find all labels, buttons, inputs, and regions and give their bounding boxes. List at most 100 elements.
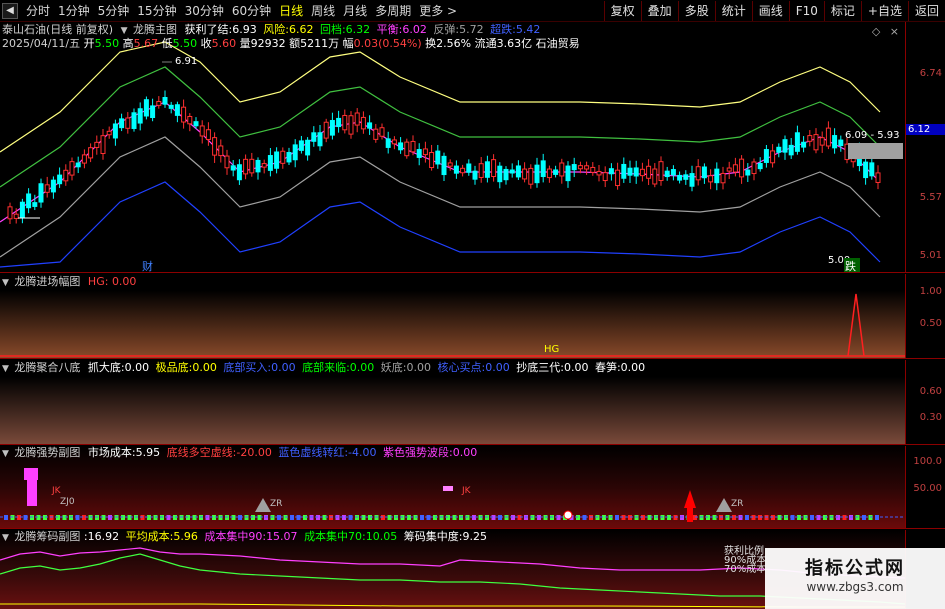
candle-body <box>460 167 466 174</box>
strength-title[interactable]: 龙腾强势副图 <box>14 446 80 459</box>
amount-label: 额 <box>289 37 301 50</box>
candle-body <box>13 213 19 219</box>
core-buy-label: 核心买点: <box>437 361 486 374</box>
indicator-name[interactable]: 龙腾主图 <box>133 23 177 36</box>
candle-body <box>590 166 596 173</box>
float-value: 3.63亿 <box>496 37 533 50</box>
candle-body <box>336 117 342 128</box>
dropdown-icon[interactable]: ▼ <box>121 26 128 36</box>
period-daily[interactable]: 日线 <box>275 3 307 19</box>
cost70-label: 成本集中70: <box>304 530 366 543</box>
candle-body <box>522 168 528 180</box>
candle-body <box>627 167 633 176</box>
overlay-button[interactable]: 叠加 <box>640 1 678 21</box>
f10-button[interactable]: F10 <box>788 1 824 21</box>
candle-body <box>236 164 242 181</box>
multi-stock-button[interactable]: 多股 <box>677 1 715 21</box>
take-profit-label: 获利了结: <box>184 23 233 36</box>
candle-body <box>708 175 714 183</box>
rebound-value: 5.72 <box>459 23 484 36</box>
candle-body <box>441 155 447 176</box>
dropdown-icon[interactable]: ▼ <box>2 449 9 459</box>
strength-panel[interactable]: ▼ 龙腾强势副图 市场成本:5.95 底线多空虚线:-20.00 蓝色虚线转红:… <box>0 446 905 528</box>
market-cost-value: 5.95 <box>135 446 161 459</box>
add-watchlist-button[interactable]: +自选 <box>860 1 908 21</box>
period-5min[interactable]: 5分钟 <box>94 3 134 19</box>
pullback-value: 6.32 <box>345 23 371 36</box>
candle-body <box>100 135 106 155</box>
watermark-url: www.zbgs3.com <box>806 580 904 594</box>
sector-label: 石油贸易 <box>535 37 580 50</box>
mark-button[interactable]: 标记 <box>823 1 861 21</box>
entry-amplitude-panel[interactable]: ▼ 龙腾进场幅图 HG: 0.00 HG <box>0 274 905 358</box>
candle-body <box>658 161 664 182</box>
chevron-right-icon: > <box>447 4 458 18</box>
candle-body <box>602 172 608 182</box>
low-label: 低 <box>161 37 173 50</box>
period-monthly[interactable]: 月线 <box>339 3 371 19</box>
period-weekly[interactable]: 周线 <box>307 3 339 19</box>
current-price-tag: 6.12 <box>906 124 945 135</box>
eight-bottoms-title[interactable]: 龙腾聚合八底 <box>14 361 80 374</box>
period-intraday[interactable]: 分时 <box>22 3 54 19</box>
candle-body <box>751 161 757 175</box>
bottom-dashed-value: -20.00 <box>236 446 272 459</box>
period-multi[interactable]: 多周期 <box>371 3 415 19</box>
chips-title[interactable]: 龙腾筹码副图 <box>14 530 80 543</box>
main-chart-panel[interactable]: 泰山石油(日线 前复权) ▼ 龙腾主图 获利了结:6.93 风险:6.62 回档… <box>0 22 905 272</box>
chip-concentration-value: 9.25 <box>462 530 487 543</box>
candle-body <box>416 149 422 158</box>
stats-button[interactable]: 统计 <box>714 1 752 21</box>
candle-body <box>646 165 652 179</box>
adjust-button[interactable]: 复权 <box>603 1 641 21</box>
open-value: 5.50 <box>94 37 120 50</box>
candle-body <box>323 121 329 139</box>
return-button[interactable]: 返回 <box>907 1 945 21</box>
candle-body <box>255 159 261 173</box>
candle-body <box>726 167 732 172</box>
candle-body <box>298 140 304 151</box>
candle-body <box>63 169 69 182</box>
period-60min[interactable]: 60分钟 <box>228 3 275 19</box>
zj0-marker: ZJ0 <box>60 497 75 507</box>
candle-body <box>484 161 490 178</box>
candle-body <box>832 135 838 149</box>
float-label: 流通 <box>474 37 497 50</box>
cost90-value: 15.07 <box>266 530 298 543</box>
band-line <box>0 41 881 153</box>
candle-body <box>491 159 497 177</box>
back-arrow-icon[interactable]: ◀ <box>2 3 18 19</box>
candle-body <box>38 183 44 203</box>
period-15min[interactable]: 15分钟 <box>133 3 180 19</box>
dropdown-icon[interactable]: ▼ <box>2 364 9 374</box>
volume-label: 量 <box>239 37 251 50</box>
candle-body <box>664 170 670 178</box>
purple-band-value: 0.00 <box>452 446 478 459</box>
dropdown-icon[interactable]: ▼ <box>2 533 9 543</box>
axis-label-3: 5.57 <box>919 192 942 203</box>
draw-button[interactable]: 画线 <box>751 1 789 21</box>
period-1min[interactable]: 1分钟 <box>54 3 94 19</box>
period-more[interactable]: 更多 > <box>415 3 461 19</box>
candle-body <box>714 168 720 184</box>
candle-body <box>274 151 280 169</box>
entry-panel-title[interactable]: 龙腾进场幅图 <box>14 275 80 288</box>
period-30min[interactable]: 30分钟 <box>181 3 228 19</box>
hg-marker: HG <box>544 344 559 355</box>
candle-body <box>788 144 794 156</box>
balance-label: 平衡: <box>376 23 403 36</box>
candle-body <box>106 130 112 136</box>
candle-body <box>689 173 695 187</box>
dropdown-icon[interactable]: ▼ <box>2 278 9 288</box>
candle-body <box>838 139 844 147</box>
axis-label-4: 5.01 <box>919 250 942 261</box>
bottom-coming-value: 0.00 <box>349 361 375 374</box>
candle-body <box>367 122 373 129</box>
candle-body <box>26 193 32 209</box>
jk-box <box>443 486 453 491</box>
candle-body <box>137 108 143 124</box>
eight-bottoms-panel[interactable]: ▼ 龙腾聚合八底 抓大底:0.00 极品底:0.00 底部买入:0.00 底部来… <box>0 360 905 444</box>
candle-body <box>584 165 590 170</box>
candle-body <box>670 169 676 176</box>
candle-body <box>249 158 255 174</box>
